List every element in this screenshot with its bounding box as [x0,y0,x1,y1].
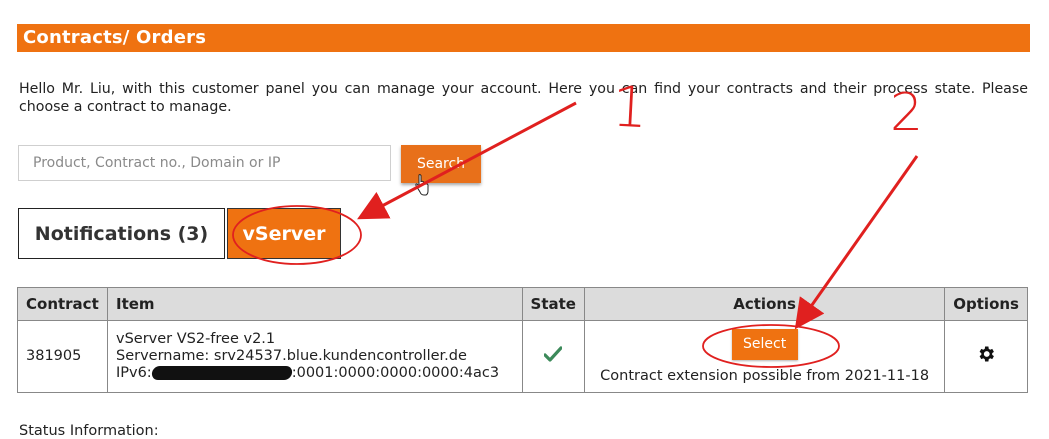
status-information-label: Status Information: [19,423,159,439]
ipv6-suffix: :0001:0000:0000:0000:4ac3 [291,365,500,381]
ipv6-label: IPv6: [115,365,152,381]
hand-cursor-icon [415,174,429,196]
tab-notifications[interactable]: Notifications (3) [18,208,225,259]
checkmark-icon [543,346,563,362]
column-header-item: Item [106,287,523,321]
gear-icon[interactable] [976,344,996,364]
actions-cell: Select Contract extension possible from … [583,320,946,393]
search-input[interactable] [18,145,391,181]
table-header-row: Contract Item State Actions Options [17,287,1028,321]
column-header-options: Options [944,287,1028,321]
item-product: vServer VS2-free v2.1 [115,331,276,347]
column-header-state: State [521,287,585,321]
item-ipv6: IPv6: :0001:0000:0000:0000:4ac3 [116,365,514,382]
state-cell [521,320,585,393]
table-row: 381905 vServer VS2-free v2.1 Servername:… [17,320,1028,393]
options-cell [944,320,1028,393]
column-header-actions: Actions [583,287,946,321]
item-cell: vServer VS2-free v2.1 Servername: srv245… [106,320,523,393]
tab-vserver[interactable]: vServer [227,208,341,259]
item-servername: Servername: srv24537.blue.kundencontroll… [115,348,467,364]
search-button[interactable]: Search [401,145,481,183]
column-header-contract: Contract [17,287,108,321]
page-title: Contracts/ Orders [23,27,207,48]
redaction-mark [150,366,293,380]
intro-text: Hello Mr. Liu, with this customer panel … [19,81,1028,115]
contracts-table: Contract Item State Actions Options 3819… [17,287,1028,393]
contract-number: 381905 [17,320,108,393]
contract-extension-note: Contract extension possible from 2021-11… [600,367,930,384]
select-button[interactable]: Select [731,328,798,360]
section-header: Contracts/ Orders [17,24,1030,52]
